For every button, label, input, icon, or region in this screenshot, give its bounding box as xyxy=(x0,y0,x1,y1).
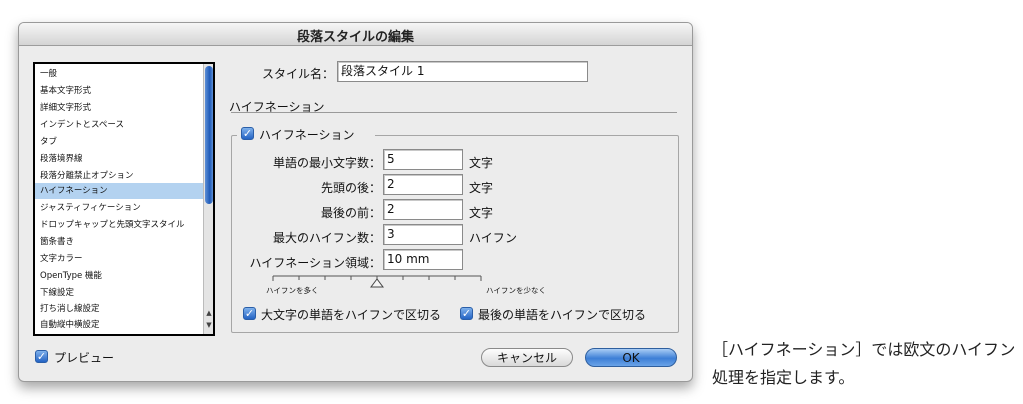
capitalized-words-label: 大文字の単語をハイフンで区切る xyxy=(261,308,442,322)
hyphenation-checkbox[interactable]: ✓ xyxy=(241,127,254,140)
paragraph-style-dialog: 段落スタイルの編集 一般 基本文字形式 詳細文字形式 インデントとスペース タブ… xyxy=(18,22,693,382)
list-item[interactable]: インデントとスペース xyxy=(35,117,206,133)
hyphen-limit-label: 最大のハイフン数： xyxy=(272,231,381,245)
after-first-label: 先頭の後： xyxy=(320,181,381,195)
hyphenation-zone-field[interactable]: 10 mm xyxy=(383,249,463,270)
list-scrollbar[interactable]: ▲ ▼ xyxy=(203,64,213,334)
capitalized-words-checkbox[interactable]: ✓ xyxy=(243,307,256,320)
section-divider xyxy=(231,112,677,113)
list-item[interactable]: 文字カラー xyxy=(35,251,206,267)
hyphenation-checkbox-label: ハイフネーション xyxy=(259,128,355,142)
last-word-checkbox[interactable]: ✓ xyxy=(460,307,473,320)
after-first-field[interactable]: 2 xyxy=(383,174,463,195)
style-name-label: スタイル名： xyxy=(261,67,334,81)
hyphen-limit-unit: ハイフン xyxy=(469,231,518,245)
list-item[interactable]: OpenType 機能 xyxy=(35,268,206,284)
after-first-unit: 文字 xyxy=(469,181,494,195)
min-chars-label: 単語の最小文字数： xyxy=(272,156,381,170)
scroll-down-arrow-icon[interactable]: ▼ xyxy=(204,320,213,331)
list-item-selected[interactable]: ハイフネーション xyxy=(35,183,206,199)
list-item[interactable]: ドロップキャップと先頭文字スタイル xyxy=(35,217,206,233)
list-item[interactable]: 箇条書き xyxy=(35,234,206,250)
title-bar[interactable]: 段落スタイルの編集 xyxy=(19,23,692,46)
list-item[interactable]: 段落分離禁止オプション xyxy=(35,168,206,184)
caption-text: ［ハイフネーション］では欧文のハイフン処理を指定します。 xyxy=(712,340,1016,387)
last-word-label: 最後の単語をハイフンで区切る xyxy=(478,308,647,322)
list-item[interactable]: 下線設定 xyxy=(35,285,206,301)
list-item[interactable]: ジャスティフィケーション xyxy=(35,200,206,216)
list-item[interactable]: 基本文字形式 xyxy=(35,83,206,99)
style-name-field[interactable]: 段落スタイル 1 xyxy=(337,61,588,82)
list-item[interactable]: タブ xyxy=(35,134,206,150)
slider-left-label: ハイフンを多く xyxy=(266,286,319,295)
before-last-field[interactable]: 2 xyxy=(383,199,463,220)
min-chars-unit: 文字 xyxy=(469,156,494,170)
scrollbar-thumb[interactable] xyxy=(205,66,213,204)
list-item[interactable]: 打ち消し線設定 xyxy=(35,301,206,317)
preview-label: プレビュー xyxy=(54,351,115,365)
before-last-unit: 文字 xyxy=(469,206,494,220)
preview-checkbox[interactable]: ✓ xyxy=(35,350,48,363)
list-item[interactable]: 一般 xyxy=(35,66,206,82)
ok-button[interactable]: OK xyxy=(585,348,677,367)
scroll-up-arrow-icon[interactable]: ▲ xyxy=(204,308,213,319)
dialog-title: 段落スタイルの編集 xyxy=(296,30,414,45)
cancel-button[interactable]: キャンセル xyxy=(481,348,573,367)
category-list[interactable]: 一般 基本文字形式 詳細文字形式 インデントとスペース タブ 段落境界線 段落分… xyxy=(33,62,215,336)
min-chars-field[interactable]: 5 xyxy=(383,149,463,170)
hyphen-limit-field[interactable]: 3 xyxy=(383,224,463,245)
slider-thumb[interactable] xyxy=(370,278,384,288)
before-last-label: 最後の前： xyxy=(320,206,381,220)
hyphenation-zone-label: ハイフネーション領域： xyxy=(249,256,381,270)
slider-right-label: ハイフンを少なく xyxy=(486,286,546,295)
list-item[interactable]: 自動縦中横設定 xyxy=(35,317,206,333)
list-item[interactable]: 段落境界線 xyxy=(35,151,206,167)
list-item[interactable]: 詳細文字形式 xyxy=(35,100,206,116)
